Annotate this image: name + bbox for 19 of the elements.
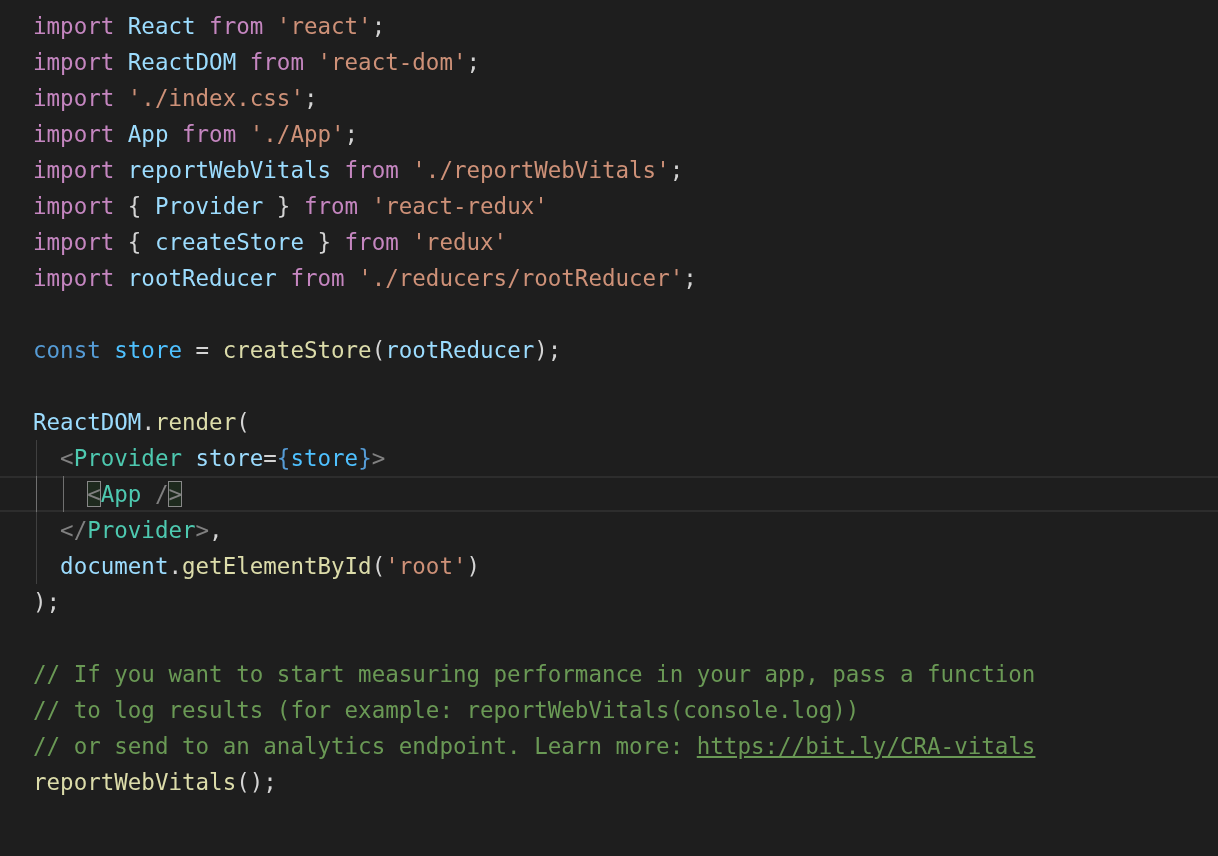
code-line: import React from 'react'; bbox=[33, 13, 386, 39]
code-line: <Provider store={store}> bbox=[59, 445, 386, 471]
code-line: const store = createStore(rootReducer); bbox=[33, 337, 562, 363]
code-line: import App from './App'; bbox=[33, 121, 359, 147]
code-line: // or send to an analytics endpoint. Learn more: https://bit.ly/CRA-vitals bbox=[33, 733, 1036, 759]
code-line: reportWebVitals(); bbox=[33, 769, 277, 795]
code-line: </Provider>, bbox=[59, 517, 223, 543]
code-line: import { createStore } from 'redux' bbox=[33, 229, 508, 255]
code-line: import reportWebVitals from './reportWebVitals'; bbox=[33, 157, 684, 183]
link[interactable]: https://bit.ly/CRA-vitals bbox=[696, 733, 1036, 759]
code-line: ); bbox=[33, 589, 61, 615]
code-line: import rootReducer from './reducers/rootReducer'; bbox=[33, 265, 697, 291]
code-line: import ReactDOM from 'react-dom'; bbox=[33, 49, 481, 75]
code-line: // to log results (for example: reportWebVitals(console.log)) bbox=[33, 697, 860, 723]
code-line: ReactDOM.render( bbox=[33, 409, 250, 435]
code-line: // If you want to start measuring performance in your app, pass a function bbox=[33, 661, 1036, 687]
code-line: import './index.css'; bbox=[33, 85, 318, 111]
code-line: import { Provider } from 'react-redux' bbox=[33, 193, 548, 219]
code-line: document.getElementById('root') bbox=[59, 553, 481, 579]
